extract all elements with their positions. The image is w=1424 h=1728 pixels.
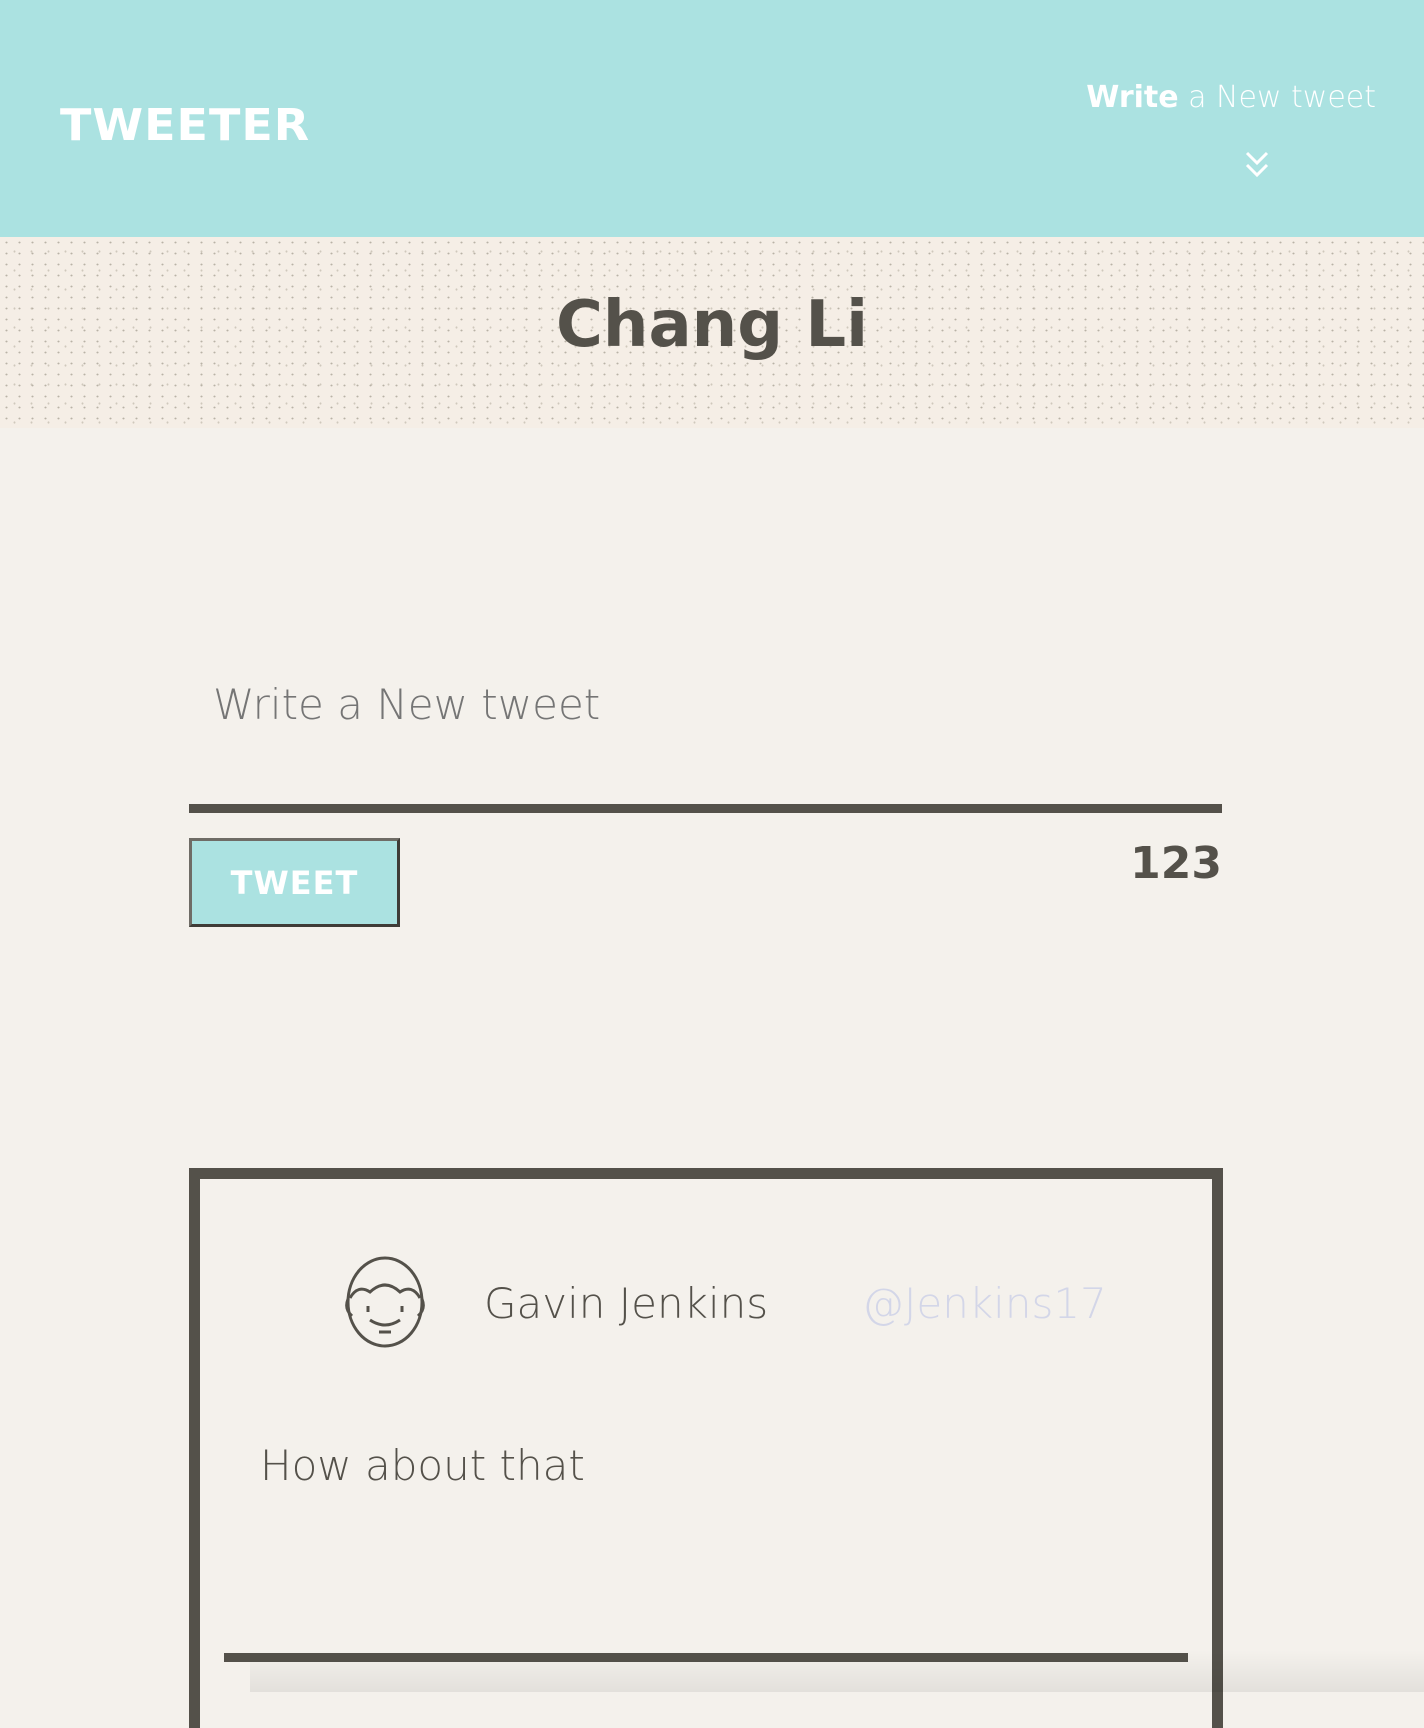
tweet-handle[interactable]: @Jenkins17 xyxy=(862,1279,1107,1328)
compose-divider xyxy=(189,804,1222,813)
face-avatar-icon xyxy=(345,1256,425,1348)
character-counter: 123 xyxy=(1130,838,1222,889)
tweet-content: How about that xyxy=(260,1441,585,1490)
write-new-tweet-link[interactable]: Write a New tweet xyxy=(1086,80,1376,115)
tweet-card: Gavin Jenkins @Jenkins17 How about that xyxy=(189,1168,1223,1728)
double-chevron-down-icon[interactable] xyxy=(1243,150,1271,180)
header: TWEETER Write a New tweet xyxy=(0,0,1424,237)
tweet-button[interactable]: TWEET xyxy=(189,838,400,927)
logo[interactable]: TWEETER xyxy=(60,99,310,150)
nav-write-bold: Write xyxy=(1086,80,1179,115)
nav-write-rest: a New tweet xyxy=(1178,80,1376,115)
tweet-divider xyxy=(224,1653,1188,1662)
tweet-author[interactable]: Gavin Jenkins xyxy=(484,1279,768,1328)
profile-name: Chang Li xyxy=(555,288,869,362)
new-tweet-input[interactable] xyxy=(213,680,1213,729)
